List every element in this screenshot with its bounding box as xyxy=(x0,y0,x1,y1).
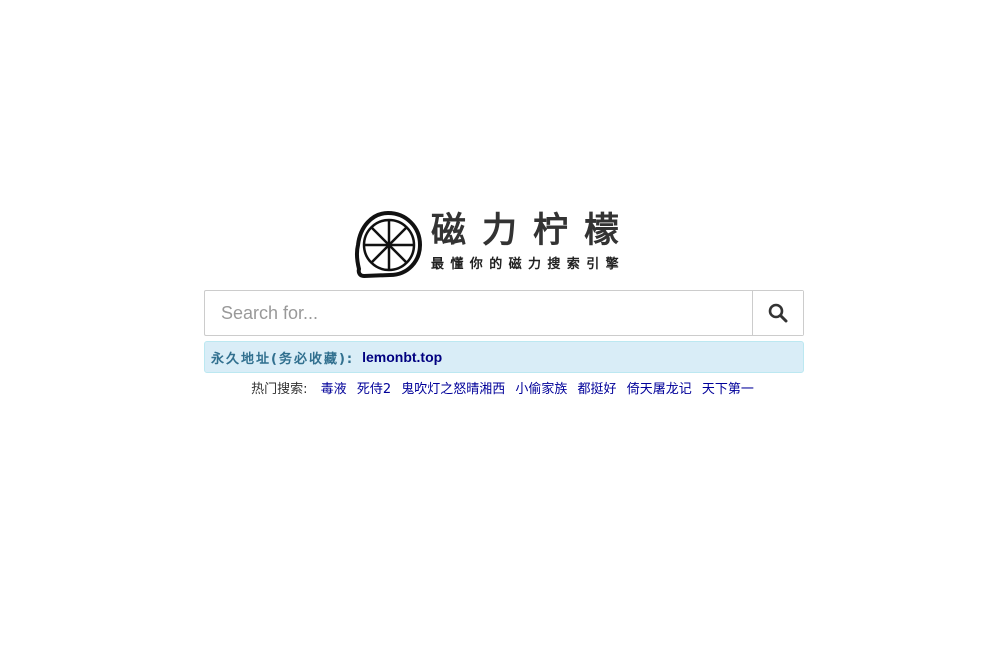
permanent-address-notice: 永久地址(务必收藏): lemonbt.top xyxy=(204,341,804,373)
search-button[interactable] xyxy=(752,291,803,335)
hot-search-link[interactable]: 天下第一 xyxy=(702,382,754,397)
permanent-address-link[interactable]: lemonbt.top xyxy=(362,349,442,365)
hot-search-link[interactable]: 鬼吹灯之怒晴湘西 xyxy=(401,382,505,397)
search-icon xyxy=(768,303,788,323)
hot-search-link[interactable]: 小偷家族 xyxy=(515,382,567,397)
hot-search-link[interactable]: 都挺好 xyxy=(578,382,617,397)
notice-label: 永久地址(务必收藏): xyxy=(211,351,355,367)
hot-search-link[interactable]: 毒液 xyxy=(321,382,347,397)
hot-search-link[interactable]: 死侍2 xyxy=(357,382,391,397)
hot-searches-label: 热门搜索: xyxy=(251,382,308,397)
logo-slogan: 最懂你的磁力搜索引擎 xyxy=(431,257,626,272)
search-bar xyxy=(204,290,804,336)
hot-search-link[interactable]: 倚天屠龙记 xyxy=(627,382,692,397)
page: 磁力柠檬 最懂你的磁力搜索引擎 永久地址(务必收藏): lemonbt.top … xyxy=(0,0,1008,650)
site-logo[interactable]: 磁力柠檬 最懂你的磁力搜索引擎 xyxy=(354,209,654,279)
lemon-wheel-icon xyxy=(354,210,423,279)
logo-title: 磁力柠檬 xyxy=(431,211,636,251)
search-input[interactable] xyxy=(205,291,752,335)
hot-searches: 热门搜索: 毒液 死侍2 鬼吹灯之怒晴湘西 小偷家族 都挺好 倚天屠龙记 天下第… xyxy=(204,380,804,400)
